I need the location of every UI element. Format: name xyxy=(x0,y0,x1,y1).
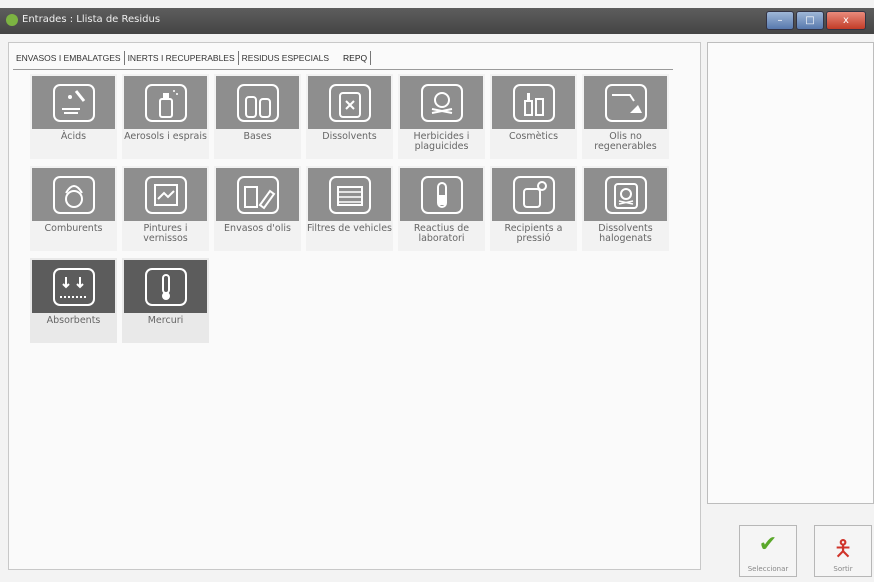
paint-icon xyxy=(124,168,207,221)
tile-filtres-vehicles[interactable]: Filtres de vehicles xyxy=(306,166,393,251)
residue-list-window: Entrades : Llista de Residus – □ x ENVAS… xyxy=(0,0,874,582)
tile-label: Dissolvents xyxy=(322,131,377,142)
tile-reactius[interactable]: Reactius de laboratori xyxy=(398,166,485,251)
tab-divider xyxy=(370,51,372,65)
oil-containers-icon xyxy=(216,168,299,221)
tile-label: Envasos d'olis xyxy=(224,223,291,234)
category-tabs: ENVASOS I EMBALATGES INERTS I RECUPERABL… xyxy=(13,49,372,67)
tile-label: Herbicides i plaguicides xyxy=(413,131,470,152)
tile-comburents[interactable]: Comburents xyxy=(30,166,117,251)
selection-side-panel xyxy=(707,42,874,504)
tile-label: Reactius de laboratori xyxy=(413,223,470,244)
tile-dissolvents-halogenats[interactable]: Dissolvents halogenats xyxy=(582,166,669,251)
tile-label: Olis no regenerables xyxy=(594,131,657,152)
tile-label: Àcids xyxy=(60,131,87,142)
exit-button-label: Sortir xyxy=(833,565,853,573)
test-tube-icon xyxy=(400,168,483,221)
tile-acids[interactable]: Àcids xyxy=(30,74,117,159)
filter-icon xyxy=(308,168,391,221)
tile-dissolvents[interactable]: Dissolvents xyxy=(306,74,393,159)
tab-residus-especials[interactable]: RESIDUS ESPECIALS xyxy=(239,51,332,65)
tab-divider xyxy=(332,51,340,65)
tile-recipients-pressio[interactable]: Recipients a pressió xyxy=(490,166,577,251)
thermometer-icon xyxy=(124,260,207,313)
close-button[interactable]: x xyxy=(826,11,866,30)
tab-inerts-recuperables[interactable]: INERTS I RECUPERABLES xyxy=(125,51,238,65)
tile-aerosols[interactable]: Aerosols i esprais xyxy=(122,74,209,159)
gas-cylinder-icon xyxy=(492,168,575,221)
acid-icon xyxy=(32,76,115,129)
tile-label: Aerosols i esprais xyxy=(124,131,207,142)
aerosol-icon xyxy=(124,76,207,129)
tile-label: Absorbents xyxy=(46,315,101,326)
tile-olis-no-regenerables[interactable]: Olis no regenerables xyxy=(582,74,669,159)
flame-icon xyxy=(32,168,115,221)
tab-envasos-embalatges[interactable]: ENVASOS I EMBALATGES xyxy=(13,51,124,65)
absorbent-icon xyxy=(32,260,115,313)
window-title: Entrades : Llista de Residus xyxy=(22,14,161,25)
tile-label: Pintures i vernissos xyxy=(143,223,188,244)
maximize-button[interactable]: □ xyxy=(796,11,824,30)
tile-label: Filtres de vehicles xyxy=(307,223,392,234)
halogenated-skull-icon xyxy=(584,168,667,221)
tile-label: Bases xyxy=(243,131,272,142)
tile-bases[interactable]: Bases xyxy=(214,74,301,159)
tile-mercuri[interactable]: Mercuri xyxy=(122,258,209,343)
tile-cosmetics[interactable]: Cosmètics xyxy=(490,74,577,159)
app-logo-icon xyxy=(6,14,18,26)
tile-label: Cosmètics xyxy=(508,131,559,142)
minimize-button[interactable]: – xyxy=(766,11,794,30)
cosmetics-icon xyxy=(492,76,575,129)
oil-pour-icon xyxy=(584,76,667,129)
solvent-icon xyxy=(308,76,391,129)
checkmark-icon: ✔ xyxy=(758,532,778,557)
tile-label: Comburents xyxy=(44,223,103,234)
exit-button[interactable]: 🯅 Sortir xyxy=(814,525,872,577)
tile-absorbents[interactable]: Absorbents xyxy=(30,258,117,343)
tile-pintures[interactable]: Pintures i vernissos xyxy=(122,166,209,251)
select-button[interactable]: ✔ Seleccionar xyxy=(739,525,797,577)
title-bar: Entrades : Llista de Residus – □ x xyxy=(0,8,874,34)
select-button-label: Seleccionar xyxy=(747,565,789,573)
tile-envasos-olis[interactable]: Envasos d'olis xyxy=(214,166,301,251)
tile-herbicides[interactable]: Herbicides i plaguicides xyxy=(398,74,485,159)
residue-category-panel: ENVASOS I EMBALATGES INERTS I RECUPERABL… xyxy=(8,42,701,570)
tab-underline xyxy=(13,69,673,70)
bases-icon xyxy=(216,76,299,129)
tab-repq[interactable]: REPQ xyxy=(340,51,370,65)
tile-label: Mercuri xyxy=(147,315,184,326)
skull-icon xyxy=(400,76,483,129)
tile-label: Recipients a pressió xyxy=(504,223,563,244)
tile-label: Dissolvents halogenats xyxy=(598,223,653,244)
